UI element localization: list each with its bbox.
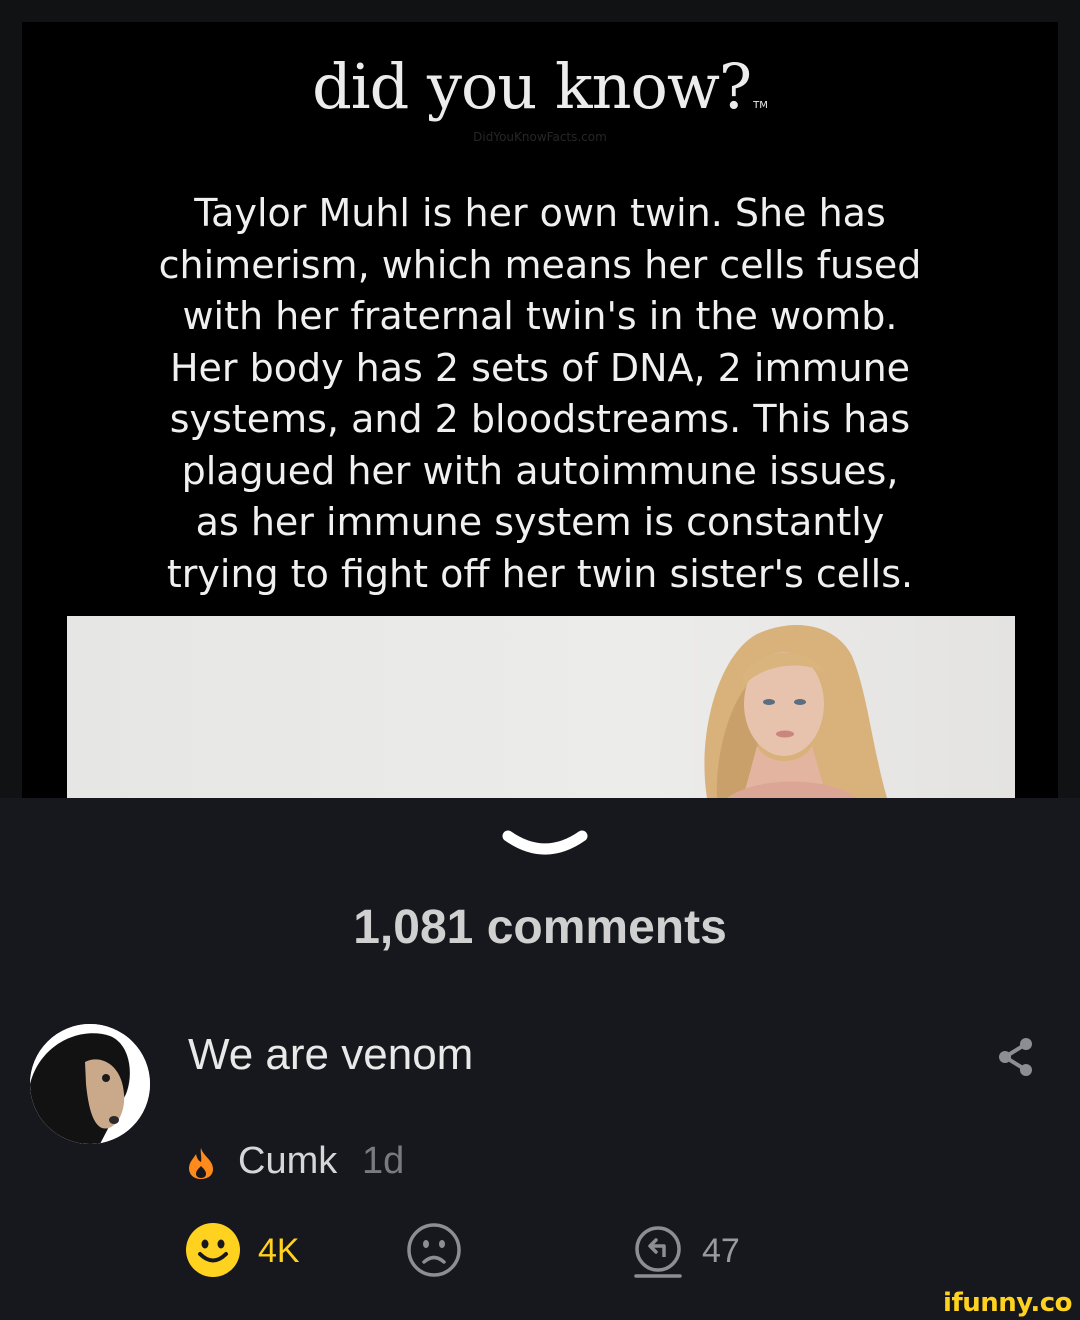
meme-watermark: DidYouKnowFacts.com — [473, 130, 607, 144]
meme-card: did you know? TM DidYouKnowFacts.com Tayl… — [22, 22, 1058, 798]
comment-text: We are venom — [188, 1030, 474, 1079]
reply-icon[interactable] — [628, 1224, 688, 1285]
reply-count: 47 — [702, 1232, 740, 1270]
meme-photo — [67, 616, 1015, 798]
post-image[interactable]: did you know? TM DidYouKnowFacts.com Tayl… — [0, 0, 1080, 798]
comment-username[interactable]: Cumk — [238, 1140, 337, 1183]
smile-count: 4K — [258, 1232, 300, 1270]
meme-title: did you know? TM — [22, 50, 1058, 123]
smile-icon[interactable] — [185, 1222, 241, 1283]
portrait-illustration — [704, 625, 887, 798]
comment-age: 1d — [362, 1140, 405, 1182]
fire-icon — [186, 1146, 216, 1185]
meme-body-text: Taylor Muhl is her own twin. She has chi… — [158, 191, 922, 596]
collapse-chevron-icon[interactable] — [500, 828, 590, 869]
trademark-mark: TM — [753, 100, 768, 111]
share-icon[interactable] — [996, 1036, 1036, 1083]
avatar-image — [30, 1024, 150, 1144]
comments-count: 1,081 comments — [353, 901, 727, 954]
unsmile-icon[interactable] — [406, 1222, 462, 1283]
brand-watermark: ifunny.co — [943, 1288, 1072, 1318]
meme-title-text: did you know? — [312, 50, 752, 123]
avatar[interactable] — [30, 1024, 150, 1144]
